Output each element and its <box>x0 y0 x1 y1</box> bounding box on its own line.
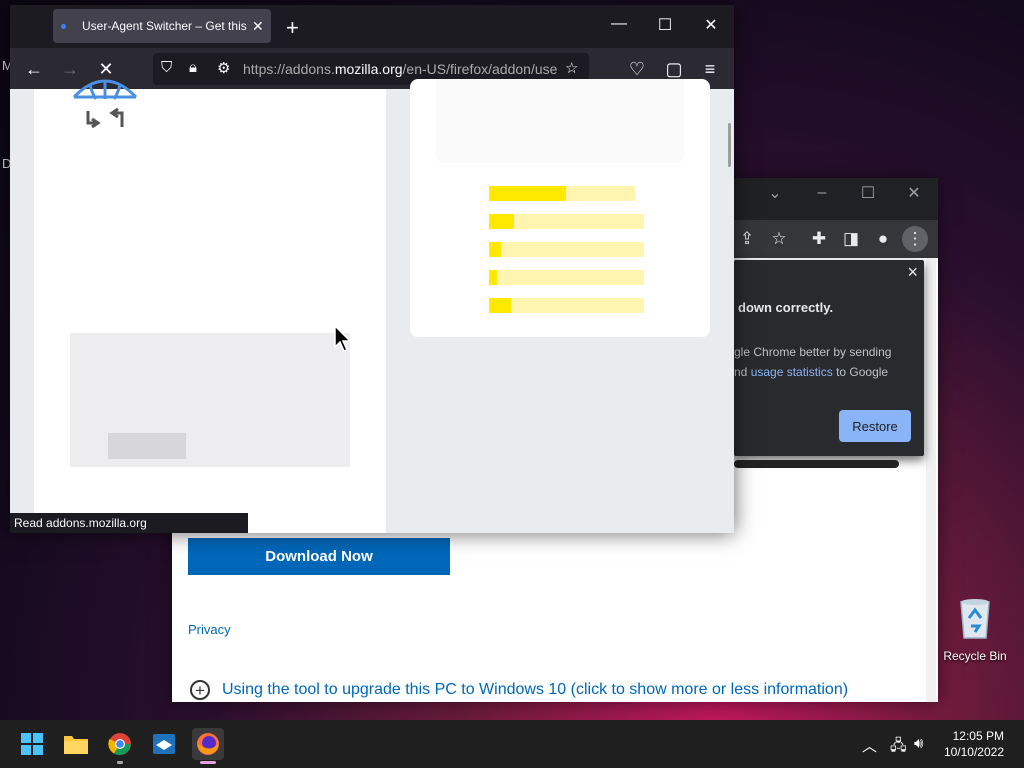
ratings-card <box>410 79 710 337</box>
url-text[interactable]: https://addons.mozilla.org/en-US/firefox… <box>243 61 557 77</box>
popup-body: gle Chrome better by sending nd usage st… <box>734 342 891 382</box>
app-icon <box>153 734 175 754</box>
popup-close-icon[interactable]: × <box>907 262 918 283</box>
firefox-icon <box>197 733 219 755</box>
rating-fill <box>489 242 502 257</box>
firefox-taskbar-button[interactable] <box>192 728 224 764</box>
maximize-button[interactable]: ☐ <box>653 15 677 35</box>
popup-shadow <box>734 460 899 468</box>
network-icon[interactable]: 🖧︎ <box>890 735 907 760</box>
privacy-link[interactable]: Privacy <box>188 622 231 637</box>
minimize-button[interactable]: — <box>607 15 631 33</box>
rating-bar-4-star[interactable] <box>489 214 644 229</box>
rating-fill <box>489 298 511 313</box>
expand-section[interactable]: + Using the tool to upgrade this PC to W… <box>190 680 848 700</box>
popup-body-prefix: nd <box>734 365 751 379</box>
back-arrow-icon[interactable]: ← <box>21 56 47 82</box>
recycle-bin[interactable]: Recycle Bin <box>942 596 1008 663</box>
running-indicator <box>117 761 123 764</box>
expand-section-label[interactable]: Using the tool to upgrade this PC to Win… <box>222 681 848 699</box>
new-tab-button[interactable]: + <box>286 15 299 41</box>
rating-bar-5-star[interactable] <box>489 186 635 201</box>
share-icon[interactable]: ⇪ <box>734 226 760 252</box>
restore-pages-popup: × down correctly. gle Chrome better by s… <box>734 260 924 456</box>
clock-date: 10/10/2022 <box>943 745 1004 759</box>
rating-fill <box>489 186 567 201</box>
file-explorer-button[interactable] <box>60 728 92 760</box>
download-now-button[interactable]: Download Now <box>188 538 450 575</box>
restore-button[interactable]: Restore <box>839 410 911 442</box>
user-agent-switcher-icon <box>72 79 138 129</box>
taskbar: ︿ 🖧︎ 🔊︎ 12:05 PM 10/10/2022 <box>0 720 1024 768</box>
url-path: /en-US/firefox/addon/user-agent-string-s… <box>402 61 557 77</box>
rating-bar-3-star[interactable] <box>489 242 644 257</box>
clock-time: 12:05 PM <box>952 729 1004 743</box>
lock-icon[interactable]: 🔒︎ <box>189 59 197 76</box>
start-button[interactable] <box>16 728 48 760</box>
firefox-window: User-Agent Switcher – Get this Extension… <box>10 5 734 533</box>
close-button[interactable]: ✕ <box>699 15 723 35</box>
rating-fill <box>489 270 497 285</box>
rating-bar-2-star[interactable] <box>489 270 644 285</box>
popup-body-line: nd usage statistics to Google <box>734 362 891 382</box>
chrome-icon <box>108 733 131 755</box>
addon-main-column <box>34 79 386 533</box>
show-hidden-icons-icon[interactable]: ︿ <box>862 735 877 756</box>
tab-search-icon[interactable]: ⌄ <box>763 181 787 205</box>
volume-icon[interactable]: 🔊︎ <box>914 735 923 752</box>
popup-body-line: gle Chrome better by sending <box>734 345 892 359</box>
firefox-scrollbar[interactable] <box>728 123 731 167</box>
tab-user-agent-switcher[interactable]: User-Agent Switcher – Get this Extension… <box>53 9 271 43</box>
windows-logo-icon <box>21 733 43 755</box>
extensions-icon[interactable]: ✚ <box>806 226 832 252</box>
app-taskbar-button[interactable] <box>148 728 180 760</box>
tab-loading-icon <box>61 23 66 29</box>
bookmark-star-icon[interactable]: ☆ <box>766 226 792 252</box>
url-prefix: https://addons. <box>243 61 335 77</box>
maximize-button[interactable]: ☐ <box>856 181 880 205</box>
minimize-button[interactable]: – <box>810 181 834 205</box>
shield-icon[interactable]: ⛉ <box>161 59 172 76</box>
url-domain: mozilla.org <box>334 61 403 77</box>
bookmark-star-icon[interactable]: ☆ <box>565 59 578 77</box>
plus-circle-icon[interactable]: + <box>190 680 210 700</box>
recycle-bin-icon[interactable] <box>955 596 995 640</box>
chrome-menu-icon[interactable]: ⋮ <box>902 226 928 252</box>
popup-title: down correctly. <box>738 300 834 315</box>
firefox-tabbar: User-Agent Switcher – Get this Extension… <box>10 5 734 48</box>
rating-bar-1-star[interactable] <box>489 298 644 313</box>
usage-statistics-link[interactable]: usage statistics <box>751 365 833 379</box>
ratings-summary-placeholder <box>436 79 684 163</box>
tab-title: User-Agent Switcher – Get this Extension… <box>82 19 248 33</box>
tab-close-icon[interactable]: ✕ <box>252 18 264 35</box>
close-button[interactable]: ✕ <box>902 181 926 205</box>
system-clock[interactable]: 12:05 PM 10/10/2022 <box>944 728 1004 760</box>
permissions-icon[interactable]: ⚙ <box>217 59 230 77</box>
firefox-page-content <box>10 79 734 533</box>
chrome-scrollbar[interactable] <box>926 258 936 702</box>
popup-body-suffix: to Google <box>832 365 889 379</box>
placeholder-button <box>108 433 186 459</box>
recycle-bin-label: Recycle Bin <box>943 649 1007 663</box>
rating-fill <box>489 214 514 229</box>
profile-icon[interactable]: ● <box>870 226 896 252</box>
screenshot-placeholder <box>70 333 350 467</box>
side-panel-icon[interactable]: ◨ <box>838 226 864 252</box>
mouse-cursor-icon <box>334 325 352 352</box>
status-tooltip: Read addons.mozilla.org <box>10 513 248 533</box>
chrome-taskbar-button[interactable] <box>104 728 136 764</box>
running-indicator <box>200 761 216 764</box>
folder-icon <box>64 736 88 754</box>
